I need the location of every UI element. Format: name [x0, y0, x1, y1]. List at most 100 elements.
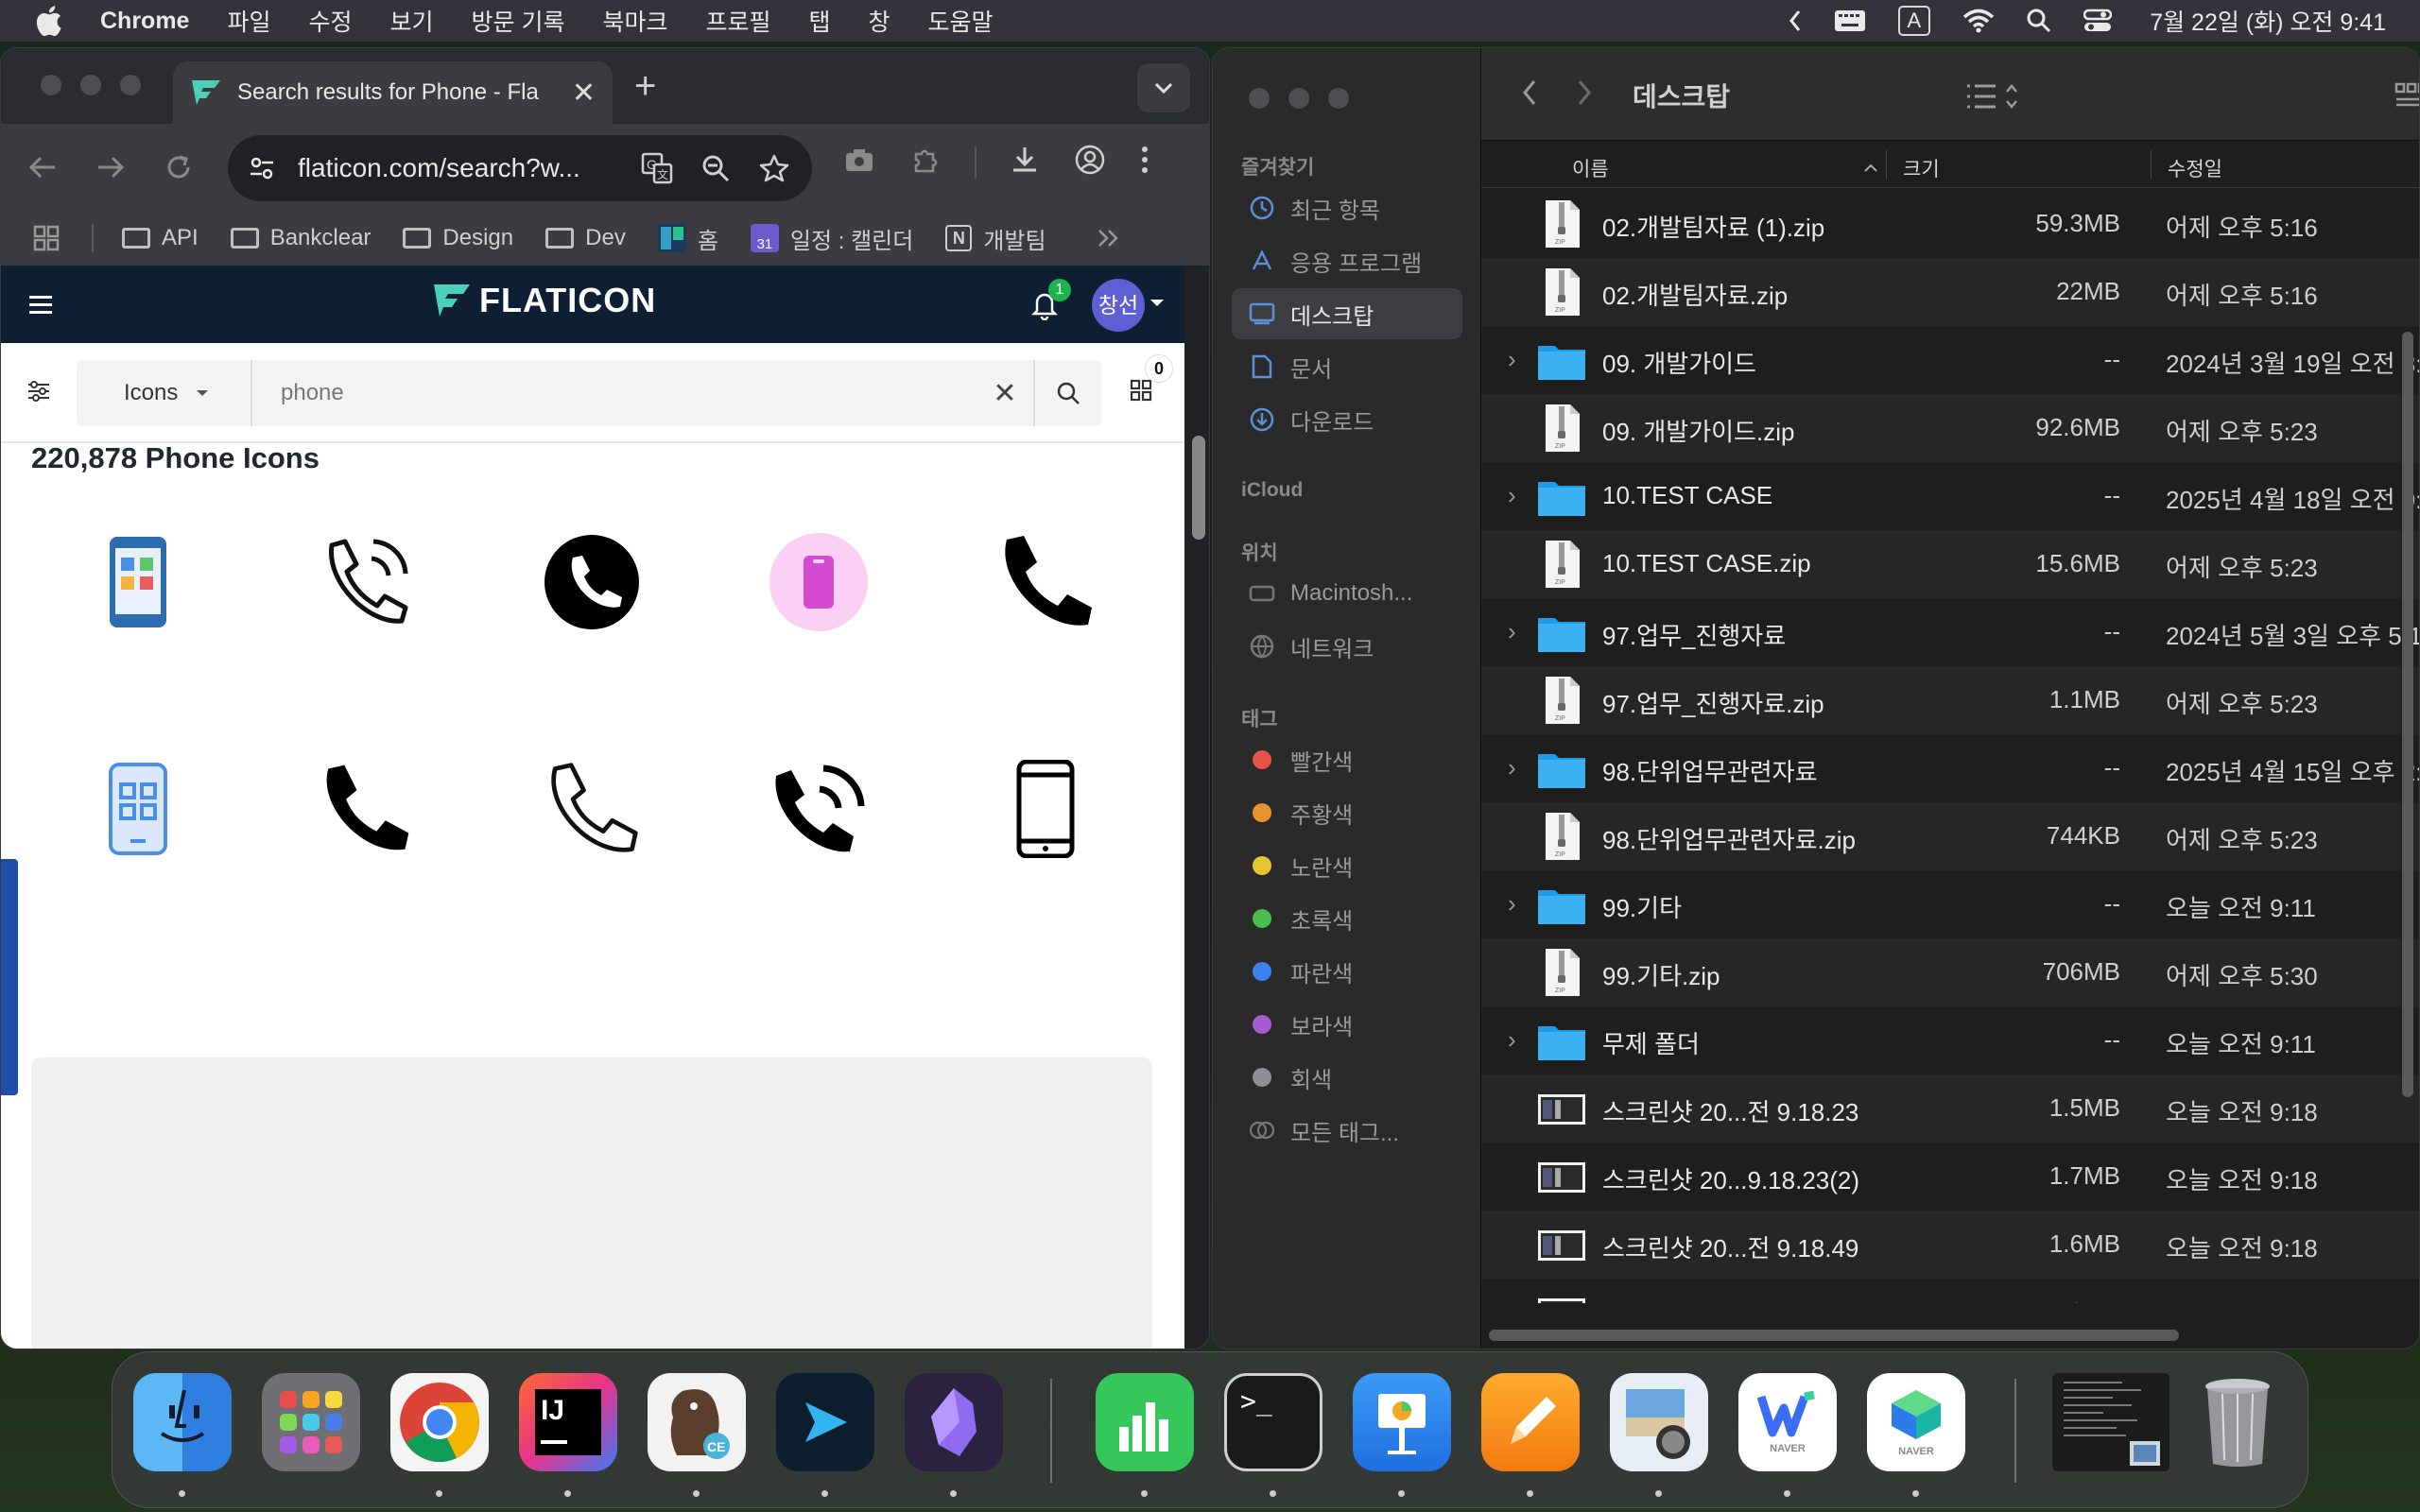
column-separator[interactable]: [1886, 150, 1887, 179]
back-button[interactable]: [24, 148, 61, 186]
sidebar-all-tags[interactable]: 모든 태그...: [1232, 1105, 1462, 1156]
dock-app-naver-works[interactable]: NAVER: [1867, 1373, 1965, 1471]
dock-app-chrome[interactable]: [390, 1373, 489, 1471]
sidebar-item-downloads[interactable]: 다운로드: [1232, 394, 1462, 445]
menu-profiles[interactable]: 프로필: [705, 4, 770, 38]
browser-tab-flaticon[interactable]: Search results for Phone - Fla ✕: [173, 61, 613, 124]
file-row[interactable]: 스크린샷 20...9.18.49(2) 1.3MB 오늘 오전 9:18: [1481, 1279, 2419, 1303]
dock-app-preview[interactable]: [1610, 1373, 1708, 1471]
dock-app-pages[interactable]: [1481, 1373, 1580, 1471]
menu-file[interactable]: 파일: [227, 4, 270, 38]
finder-minimize-button[interactable]: [1288, 88, 1309, 109]
menu-help[interactable]: 도움말: [928, 4, 994, 38]
file-row[interactable]: › 무제 폴더 -- 오늘 오전 9:11: [1481, 1006, 2419, 1074]
sidebar-item-recents[interactable]: 최근 항목: [1232, 182, 1462, 233]
dock-app-dbeaver[interactable]: CE: [648, 1373, 746, 1471]
sidebar-tag-purple[interactable]: 보라색: [1232, 999, 1462, 1050]
sidebar-tag-orange[interactable]: 주황색: [1232, 787, 1462, 838]
collections-icon[interactable]: [1130, 379, 1152, 406]
result-phone-black-icon[interactable]: [303, 747, 426, 870]
user-avatar[interactable]: 창선: [1092, 279, 1145, 332]
dock-app-naver-whale[interactable]: NAVER: [1738, 1373, 1837, 1471]
disclosure-chevron-icon[interactable]: ›: [1508, 889, 1516, 919]
sidebar-tag-green[interactable]: 초록색: [1232, 893, 1462, 944]
sidebar-item-network[interactable]: 네트워크: [1232, 621, 1462, 672]
disclosure-chevron-icon[interactable]: ›: [1508, 753, 1516, 782]
close-window-button[interactable]: [41, 75, 61, 95]
close-tab-icon[interactable]: ✕: [572, 77, 596, 110]
bookmark-bankclear[interactable]: Bankclear: [230, 225, 371, 251]
sidebar-tag-red[interactable]: 빨간색: [1232, 734, 1462, 785]
bookmark-calendar[interactable]: 31 일정 : 캘린더: [750, 222, 913, 255]
result-mobile-grid-outline-icon[interactable]: [77, 747, 199, 870]
forward-chevron-icon[interactable]: [1576, 78, 1593, 112]
dock-trash[interactable]: [2188, 1373, 2287, 1471]
input-source-indicator[interactable]: A: [1897, 6, 1931, 36]
file-row[interactable]: ZIP 02.개발팀자료 (1).zip 59.3MB 어제 오후 5:16: [1481, 190, 2419, 258]
sidebar-item-documents[interactable]: 문서: [1232, 341, 1462, 392]
dock-app-cursor[interactable]: [776, 1373, 874, 1471]
dock-app-terminal[interactable]: >_: [1224, 1373, 1322, 1471]
translate-icon[interactable]: G文: [636, 147, 678, 189]
file-row[interactable]: › 10.TEST CASE -- 2025년 4월 18일 오전 9:09: [1481, 462, 2419, 530]
more-bookmarks-icon[interactable]: [1098, 229, 1118, 248]
column-separator[interactable]: [2151, 150, 2152, 179]
wifi-icon[interactable]: [1962, 9, 1995, 33]
spotlight-search-icon[interactable]: [2027, 9, 2051, 33]
sidebar-item-applications[interactable]: 응용 프로그램: [1232, 235, 1462, 286]
dock-app-numbers[interactable]: [1096, 1373, 1194, 1471]
dock-app-finder[interactable]: [133, 1373, 232, 1471]
filters-icon[interactable]: [27, 381, 50, 406]
clear-search-icon[interactable]: ✕: [977, 377, 1033, 410]
download-icon[interactable]: [1011, 146, 1039, 179]
column-header-name[interactable]: 이름: [1572, 154, 1609, 182]
file-row[interactable]: ZIP 97.업무_진행자료.zip 1.1MB 어제 오후 5:23: [1481, 666, 2419, 734]
file-row[interactable]: › 98.단위업무관련자료 -- 2025년 4월 15일 오후 2:51: [1481, 734, 2419, 802]
menu-window[interactable]: 창: [869, 4, 890, 38]
file-row[interactable]: ZIP 99.기타.zip 706MB 어제 오후 5:30: [1481, 938, 2419, 1006]
bookmark-api[interactable]: API: [122, 225, 199, 251]
apps-grid-icon[interactable]: [33, 225, 60, 251]
apple-icon[interactable]: [34, 2, 72, 40]
result-phone-ringing-outline-icon[interactable]: [303, 521, 426, 644]
file-row[interactable]: 스크린샷 20...9.18.23(2) 1.7MB 오늘 오전 9:18: [1481, 1143, 2419, 1211]
menu-history[interactable]: 방문 기록: [472, 4, 565, 38]
list-view-icon[interactable]: [1965, 82, 2018, 115]
dock-recent-document-thumbnail[interactable]: [2052, 1373, 2169, 1471]
result-phone-solid-icon[interactable]: [984, 521, 1107, 644]
column-header-modified[interactable]: 수정일: [2168, 154, 2222, 182]
flaticon-logo[interactable]: FLATICON: [432, 281, 656, 320]
menu-bookmarks[interactable]: 북마크: [602, 4, 667, 38]
reload-button[interactable]: [160, 148, 198, 186]
minimize-window-button[interactable]: [80, 75, 101, 95]
menu-edit[interactable]: 수정: [308, 4, 352, 38]
camera-extension-icon[interactable]: [844, 146, 874, 178]
address-bar[interactable]: flaticon.com/search?w... G文: [228, 135, 812, 201]
menu-clock[interactable]: 7월 22일 (화) 오전 9:41: [2150, 4, 2386, 38]
result-mobile-apps-icon[interactable]: [77, 521, 199, 644]
keyboard-icon[interactable]: [1834, 9, 1866, 32]
url-text[interactable]: flaticon.com/search?w...: [298, 153, 636, 183]
file-row[interactable]: ZIP 02.개발팀자료.zip 22MB 어제 오후 5:16: [1481, 258, 2419, 326]
file-row[interactable]: ZIP 98.단위업무관련자료.zip 744KB 어제 오후 5:23: [1481, 802, 2419, 870]
dock-app-obsidian[interactable]: [905, 1373, 1003, 1471]
menu-tab[interactable]: 탭: [809, 4, 831, 38]
sidebar-tag-gray[interactable]: 회색: [1232, 1052, 1462, 1103]
more-menu-icon[interactable]: [1141, 146, 1149, 179]
dock-app-intellij[interactable]: IJ: [519, 1373, 617, 1471]
zoom-window-button[interactable]: [120, 75, 141, 95]
zoom-icon[interactable]: [695, 147, 736, 189]
bookmark-home[interactable]: 홈: [657, 222, 718, 255]
menu-hamburger-icon[interactable]: [29, 296, 52, 318]
group-view-icon[interactable]: [2394, 80, 2419, 113]
page-scrollbar[interactable]: [1192, 436, 1205, 540]
file-row[interactable]: 스크린샷 20...전 9.18.23 1.5MB 오늘 오전 9:18: [1481, 1074, 2419, 1143]
new-tab-button[interactable]: +: [634, 67, 656, 105]
file-list-vertical-scrollbar[interactable]: [2402, 332, 2413, 1097]
sort-ascending-icon[interactable]: [1863, 156, 1878, 179]
forward-button[interactable]: [92, 148, 130, 186]
control-center-icon[interactable]: [2083, 9, 2113, 33]
bookmark-design[interactable]: Design: [403, 225, 513, 251]
sidebar-item-macintosh-hd[interactable]: Macintosh...: [1232, 568, 1462, 619]
disclosure-chevron-icon[interactable]: ›: [1508, 345, 1516, 374]
